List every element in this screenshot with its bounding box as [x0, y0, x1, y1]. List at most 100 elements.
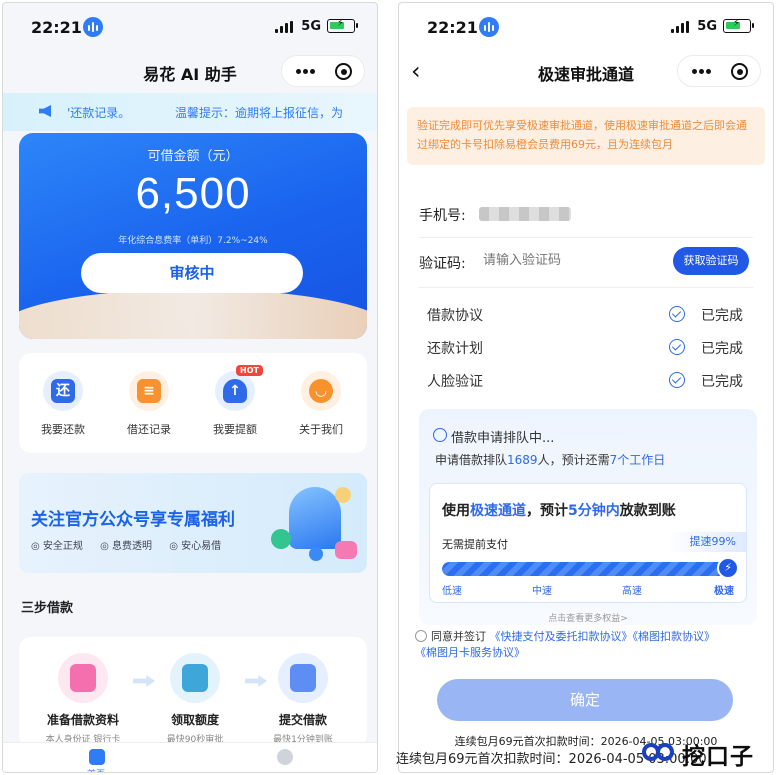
queue-title: 借款申请排队中... [451, 431, 555, 446]
grid-label: 关于我们 [299, 423, 343, 436]
coin-icon [335, 487, 351, 503]
signal-icon [671, 21, 689, 33]
voice-wave-icon [83, 17, 103, 37]
banner-tags: ◎ 安全正规 ◎ 息费透明 ◎ 安心易借 [31, 537, 235, 552]
step-label: 准备借款资料 [46, 713, 119, 727]
status-time: 22:21 [31, 18, 82, 37]
get-code-button[interactable]: 获取验证码 [673, 247, 749, 275]
feature-grid: 还 我要还款 ≡ 借还记录 ↑ HOT 我要提额 ◡ 关于我们 [19, 353, 367, 453]
watermark-text: 挖口子 [682, 744, 754, 770]
code-label: 验证码: [419, 256, 466, 272]
profile-tab-icon[interactable] [277, 749, 293, 765]
progress-fill [442, 562, 732, 576]
network-type: 5G [697, 19, 717, 34]
speed-progress-bar [442, 562, 734, 576]
loan-amount: 6,500 [135, 169, 251, 218]
payment-agreement-link[interactable]: 《快捷支付及委托扣款协议》 [490, 630, 633, 643]
speed-ticks: 低速 中速 高速 极速 [442, 582, 734, 598]
check-label: 还款计划 [427, 341, 483, 357]
bell-clapper [309, 547, 323, 561]
tab-bar: 首页 [3, 742, 377, 772]
check-status: 已完成 [701, 341, 743, 357]
no-prepay-text: 无需提前支付 [442, 538, 508, 551]
confirm-button[interactable]: 确定 [437, 679, 733, 721]
step-label: 领取额度 [170, 713, 219, 727]
grid-item-raise-limit[interactable]: ↑ HOT 我要提额 [195, 365, 275, 437]
check-label: 借款协议 [427, 308, 483, 324]
voice-wave-icon [479, 17, 499, 37]
document-icon [58, 653, 108, 703]
lightning-icon: ⚡ [717, 557, 740, 579]
verification-code-input[interactable] [483, 253, 663, 268]
smile-icon: ◡ [301, 371, 341, 411]
notice-text: '还款记录。 [67, 106, 131, 120]
loan-label: 可借金额（元） [147, 149, 239, 164]
banner-tag: ◎ 安全正规 [31, 541, 83, 552]
records-icon: ≡ [129, 371, 169, 411]
mini-program-capsule [677, 55, 761, 87]
home-tab-label[interactable]: 首页 [87, 767, 105, 772]
left-phone-screen: 22:21 5G ⚡ 易花 AI 助手 '还款记录。 温馨提示：逾期将上报征信，… [2, 2, 378, 773]
hot-badge: HOT [236, 365, 263, 376]
masked-phone-number [479, 207, 571, 221]
queue-days: 7个工作日 [609, 453, 666, 467]
nav-bar: ‹ 极速审批通道 [399, 51, 773, 93]
check-row-loan-agreement: 借款协议 已完成 [427, 305, 743, 325]
banner-tag: ◎ 息费透明 [100, 541, 152, 552]
banner-tag: ◎ 安心易借 [169, 541, 222, 552]
official-account-banner[interactable]: 关注官方公众号享专属福利 ◎ 安全正规 ◎ 息费透明 ◎ 安心易借 [19, 473, 367, 573]
signal-icon [275, 21, 293, 33]
view-more-benefits-link[interactable]: 点击查看更多权益> [419, 611, 757, 624]
speaker-icon [39, 105, 51, 117]
tick-label: 极速 [714, 586, 734, 597]
check-circle-icon [669, 372, 685, 388]
tick-label: 高速 [622, 586, 642, 597]
mini-program-capsule [281, 55, 365, 87]
close-target-icon[interactable] [731, 63, 748, 80]
deduct-agreement-link[interactable]: 《棉图扣款协议》 [633, 630, 716, 643]
check-circle-icon [669, 339, 685, 355]
queue-count: 1689 [507, 453, 538, 467]
form-icon [278, 653, 328, 703]
grid-label: 我要提额 [213, 423, 257, 436]
check-circle-icon [669, 306, 685, 322]
tick-label: 低速 [442, 586, 462, 597]
status-bar: 22:21 5G ⚡ [399, 3, 773, 51]
bell-icon [289, 487, 341, 549]
right-phone-screen: 22:21 5G ⚡ ‹ 极速审批通道 验证完成即可优先享受极速审批通道，使用极… [398, 2, 774, 773]
loan-amount-card: 可借金额（元） 6,500 年化综合息费率（单利）7.2%~24% 审核中 [19, 133, 367, 339]
speed-up-badge: 提速99% [666, 532, 746, 552]
status-bar: 22:21 5G ⚡ [3, 3, 377, 51]
grid-label: 我要还款 [41, 423, 85, 436]
queue-line: 申请借款排队1689人，预计还需7个工作日 [435, 453, 666, 467]
watermark-logo: 挖口子 [640, 735, 778, 771]
step-item: 领取额度 最快90秒审批 [145, 653, 245, 745]
monthly-card-agreement-link[interactable]: 《棉图月卡服务协议》 [415, 646, 525, 659]
check-status: 已完成 [701, 308, 743, 324]
battery-icon: ⚡ [327, 18, 358, 33]
agreement-consent: 同意并签订 《快捷支付及委托扣款协议》《棉图扣款协议》 《棉图月卡服务协议》 [415, 630, 716, 659]
close-target-icon[interactable] [335, 63, 352, 80]
notice-bar: '还款记录。 温馨提示：逾期将上报征信，为 [3, 93, 377, 131]
phone-label: 手机号: [419, 208, 466, 224]
step-item: 提交借款 最快1分钟到账 [253, 653, 353, 745]
more-dots-icon[interactable] [692, 69, 712, 75]
check-status: 已完成 [701, 374, 743, 390]
check-row-repay-plan: 还款计划 已完成 [427, 338, 743, 358]
fast-channel-card[interactable]: 使用极速通道，预计5分钟内放款到账 无需提前支付 提速99% ⚡ 低速 中速 高… [429, 483, 747, 603]
grid-item-repay[interactable]: 还 我要还款 [23, 371, 103, 437]
more-dots-icon[interactable] [296, 69, 316, 75]
grid-item-about[interactable]: ◡ 关于我们 [281, 371, 361, 437]
battery-icon: ⚡ [723, 18, 754, 33]
repay-icon: 还 [43, 371, 83, 411]
agree-radio[interactable] [415, 630, 427, 642]
divider [419, 287, 753, 288]
fast-channel-title: 使用极速通道，预计5分钟内放款到账 [442, 503, 676, 519]
network-type: 5G [301, 19, 321, 34]
home-tab-icon[interactable] [89, 749, 105, 765]
grid-item-records[interactable]: ≡ 借还记录 [109, 371, 189, 437]
check-label: 人脸验证 [427, 374, 483, 390]
loan-rate: 年化综合息费率（单利）7.2%~24% [118, 236, 268, 246]
chat-bubble-icon [335, 541, 357, 559]
under-review-button[interactable]: 审核中 [81, 253, 303, 293]
